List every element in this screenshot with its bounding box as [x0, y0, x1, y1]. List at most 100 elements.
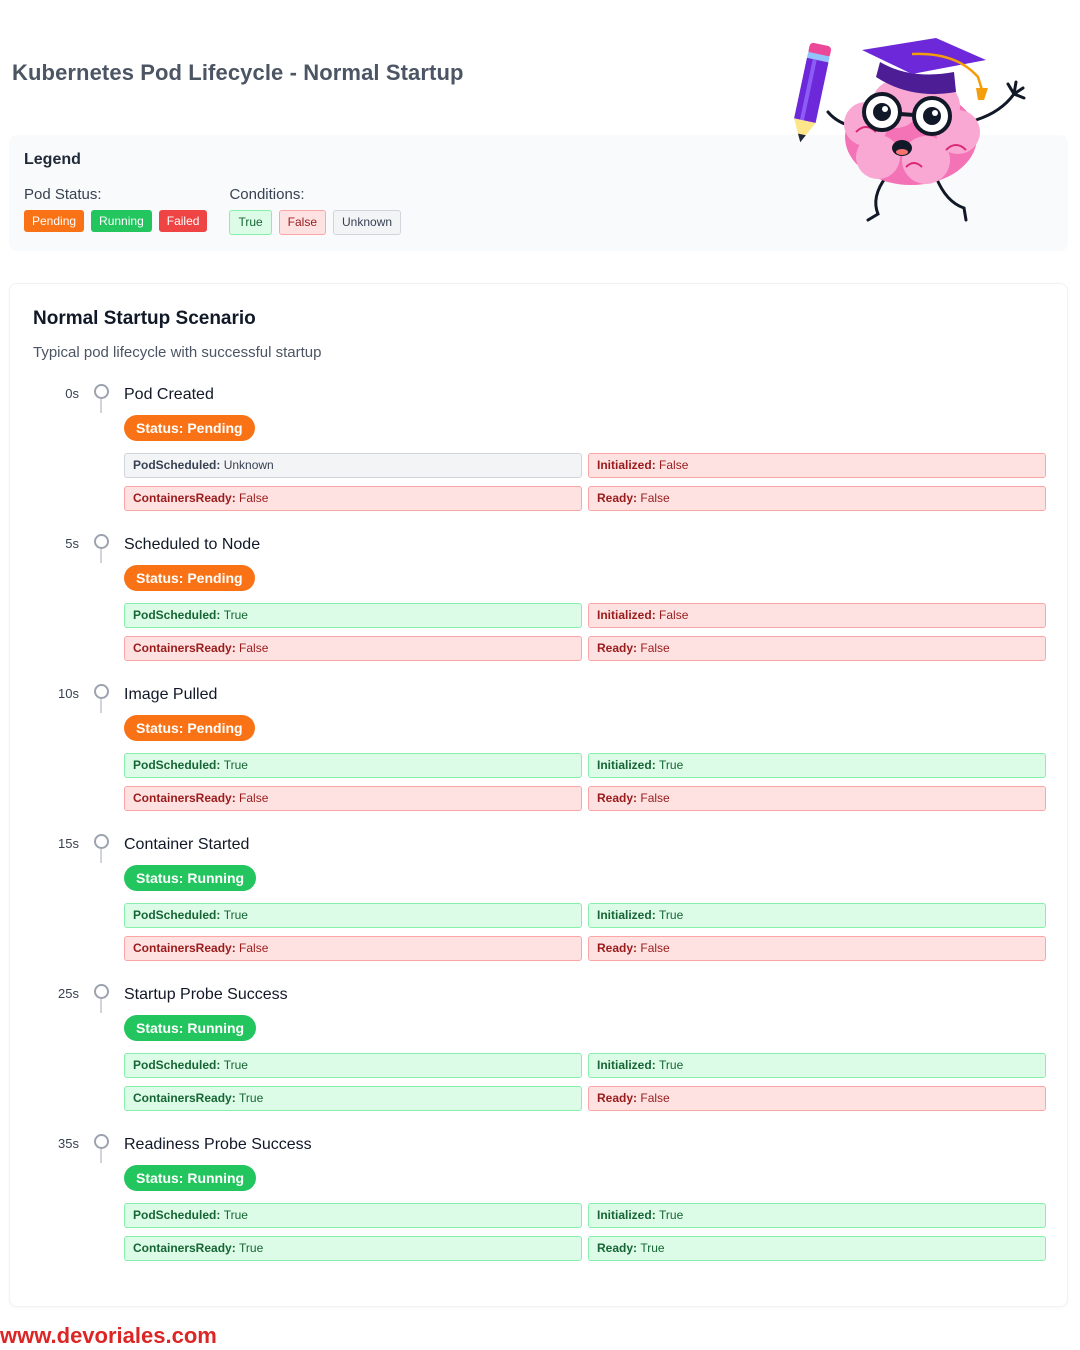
legend-chip-true: True	[229, 210, 272, 235]
condition-name: PodScheduled	[133, 1208, 217, 1222]
condition-box: PodScheduled: True	[124, 903, 582, 928]
condition-name: Ready	[597, 1241, 634, 1255]
condition-box: PodScheduled: Unknown	[124, 453, 582, 478]
timeline-step: 0s Pod Created Status: Pending PodScheduled…	[10, 382, 1069, 532]
step-event-title: Container Started	[124, 836, 250, 853]
legend-chip-running: Running	[91, 210, 152, 232]
condition-separator: :	[231, 791, 240, 805]
condition-value: True	[223, 608, 248, 622]
timeline-step: 15s Container Started Status: Running PodSc…	[10, 832, 1069, 982]
condition-box: Initialized: False	[588, 453, 1046, 478]
condition-value: True	[223, 1058, 248, 1072]
condition-box: ContainersReady: False	[124, 786, 582, 811]
step-time: 35s	[58, 1136, 79, 1151]
condition-value: True	[239, 1241, 264, 1255]
condition-name: Ready	[597, 491, 634, 505]
condition-separator: :	[216, 758, 224, 772]
condition-value: True	[659, 908, 684, 922]
condition-separator: :	[231, 1241, 240, 1255]
timeline-step: 10s Image Pulled Status: Pending PodSchedul…	[10, 682, 1069, 832]
timeline-dot-icon	[94, 1134, 109, 1149]
condition-value: False	[239, 641, 269, 655]
timeline-connector	[100, 399, 102, 413]
condition-separator: :	[216, 1208, 224, 1222]
condition-separator: :	[216, 608, 224, 622]
condition-name: ContainersReady	[133, 1241, 232, 1255]
condition-value: False	[640, 791, 670, 805]
condition-name: ContainersReady	[133, 941, 232, 955]
step-time: 25s	[58, 986, 79, 1001]
status-badge: Status: Running	[124, 1165, 257, 1191]
condition-separator: :	[651, 908, 660, 922]
condition-name: ContainersReady	[133, 641, 232, 655]
legend-chip-unknown: Unknown	[333, 210, 402, 235]
step-event-title: Readiness Probe Success	[124, 1136, 312, 1153]
status-badge: Status: Pending	[124, 565, 255, 591]
condition-value: Unknown	[223, 458, 274, 472]
condition-name: Ready	[597, 941, 634, 955]
condition-separator: :	[231, 491, 240, 505]
condition-value: True	[659, 758, 684, 772]
condition-value: True	[640, 1241, 665, 1255]
legend-chip-failed: Failed	[158, 210, 208, 232]
condition-value: True	[659, 1058, 684, 1072]
condition-separator: :	[231, 1091, 240, 1105]
condition-value: False	[659, 458, 689, 472]
condition-box: ContainersReady: False	[124, 936, 582, 961]
pencil-icon	[794, 42, 832, 143]
condition-separator: :	[651, 758, 660, 772]
condition-separator: :	[651, 1208, 660, 1222]
condition-value: False	[640, 641, 670, 655]
pod-status-label: Pod Status:	[24, 186, 102, 203]
condition-name: ContainersReady	[133, 1091, 232, 1105]
condition-name: Ready	[597, 791, 634, 805]
legend-pod-status: Pod Status: Pending Running Failed	[24, 186, 208, 235]
condition-box: Ready: False	[588, 486, 1046, 511]
condition-box: Ready: False	[588, 936, 1046, 961]
step-time: 5s	[65, 536, 79, 551]
condition-name: Initialized	[597, 758, 652, 772]
condition-box: PodScheduled: True	[124, 753, 582, 778]
timeline-step: 5s Scheduled to Node Status: Pending PodSch…	[10, 532, 1069, 682]
step-event-title: Startup Probe Success	[124, 986, 288, 1003]
condition-name: Initialized	[597, 1208, 652, 1222]
condition-separator: :	[651, 608, 660, 622]
status-badge: Status: Running	[124, 1015, 257, 1041]
condition-value: False	[659, 608, 689, 622]
step-event-title: Pod Created	[124, 386, 214, 403]
status-badge: Status: Running	[124, 865, 257, 891]
condition-name: Ready	[597, 641, 634, 655]
timeline-connector	[100, 549, 102, 563]
condition-box: PodScheduled: True	[124, 1053, 582, 1078]
condition-value: False	[239, 941, 269, 955]
condition-box: PodScheduled: True	[124, 603, 582, 628]
condition-separator: :	[651, 458, 660, 472]
condition-name: Initialized	[597, 608, 652, 622]
condition-box: Initialized: True	[588, 903, 1046, 928]
condition-name: ContainersReady	[133, 791, 232, 805]
condition-name: Initialized	[597, 458, 652, 472]
condition-name: Initialized	[597, 1058, 652, 1072]
condition-separator: :	[651, 1058, 660, 1072]
condition-box: PodScheduled: True	[124, 1203, 582, 1228]
condition-box: Ready: True	[588, 1236, 1046, 1261]
step-event-title: Scheduled to Node	[124, 536, 261, 553]
step-event-title: Image Pulled	[124, 686, 218, 703]
status-badge: Status: Pending	[124, 415, 255, 441]
condition-value: True	[223, 758, 248, 772]
condition-box: ContainersReady: True	[124, 1086, 582, 1111]
timeline-connector	[100, 699, 102, 713]
condition-value: False	[640, 941, 670, 955]
condition-box: Ready: False	[588, 636, 1046, 661]
condition-name: PodScheduled	[133, 758, 217, 772]
condition-separator: :	[216, 1058, 224, 1072]
condition-box: Initialized: True	[588, 1053, 1046, 1078]
timeline-dot-icon	[94, 534, 109, 549]
timeline-step: 35s Readiness Probe Success Status: Runnin…	[10, 1132, 1069, 1282]
footer-website: www.devoriales.com	[0, 1323, 217, 1348]
condition-value: True	[223, 1208, 248, 1222]
legend-chip-pending: Pending	[24, 210, 85, 232]
step-time: 15s	[58, 836, 79, 851]
legend-chip-false: False	[278, 210, 327, 235]
condition-name: PodScheduled	[133, 458, 217, 472]
